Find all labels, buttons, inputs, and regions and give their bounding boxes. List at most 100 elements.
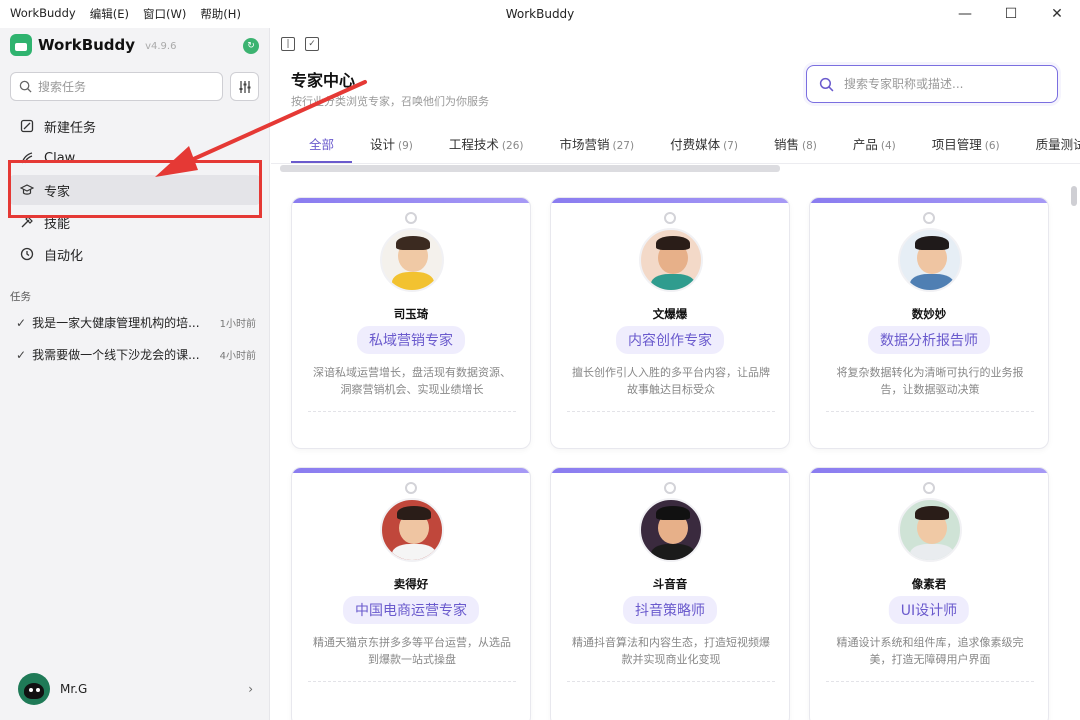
checkbox-icon[interactable]: ✓ <box>305 37 319 51</box>
expert-role-badge: 抖音策略师 <box>623 596 717 624</box>
tab-sales[interactable]: 销售 (8) <box>756 128 835 163</box>
tab-count: (6) <box>984 140 1000 152</box>
sliders-icon <box>239 80 250 93</box>
tab-project-management[interactable]: 项目管理 (6) <box>914 128 1018 163</box>
main-content: | ✓ 专家中心 按行业分类浏览专家，召唤他们为你服务 全部 设计(9) 工程技… <box>271 28 1080 720</box>
nav-label: 自动化 <box>44 248 84 264</box>
card-divider <box>308 681 516 682</box>
card-accent <box>551 198 789 203</box>
expert-name: 斗音音 <box>652 577 688 591</box>
task-time: 1小时前 <box>219 319 256 330</box>
expert-name: 像素君 <box>911 577 947 591</box>
collapse-sidebar-icon[interactable]: | <box>281 37 295 51</box>
menu-edit[interactable]: 编辑(E) <box>90 6 129 22</box>
tab-count: (9) <box>398 140 413 152</box>
claw-icon <box>20 151 34 165</box>
menu-app[interactable]: WorkBuddy <box>10 6 76 22</box>
maximize-button[interactable]: ☐ <box>988 0 1034 28</box>
card-accent <box>810 468 1048 473</box>
menu-help[interactable]: 帮助(H) <box>200 6 241 22</box>
tab-qa[interactable]: 质量测试 <box>1018 128 1080 163</box>
card-accent <box>292 468 530 473</box>
expert-search-box <box>806 65 1058 103</box>
minimize-button[interactable]: — <box>942 0 988 28</box>
expert-portrait <box>639 228 703 292</box>
sidebar: WorkBuddy v4.9.6 ↻ 新建任务 Claw 专家 技能 自动化 任… <box>0 28 270 720</box>
horizontal-scrollbar[interactable] <box>280 165 780 172</box>
tab-marketing[interactable]: 市场营销 (27) <box>541 128 652 163</box>
tab-label: 设计 <box>370 137 396 152</box>
expert-card[interactable]: 像素君 UI设计师 精通设计系统和组件库，追求像素级完美，打造无障碍用户界面 <box>809 467 1049 720</box>
tab-label: 工程技术 <box>448 137 499 152</box>
page-title: 专家中心 <box>291 71 356 90</box>
tab-count: (27) <box>612 140 635 152</box>
page-subtitle: 按行业分类浏览专家，召唤他们为你服务 <box>291 95 489 108</box>
expert-role-badge: 私域营销专家 <box>357 326 465 354</box>
expert-search-input[interactable] <box>844 77 1044 91</box>
title-bar: WorkBuddy 编辑(E) 窗口(W) 帮助(H) WorkBuddy — … <box>0 0 1080 28</box>
task-search-input[interactable] <box>38 79 208 94</box>
tab-engineering[interactable]: 工程技术 (26) <box>431 128 542 163</box>
tab-label: 付费媒体 <box>670 137 721 152</box>
nav-label: 技能 <box>44 216 71 232</box>
card-divider <box>308 411 516 412</box>
tabs-divider <box>271 163 1080 164</box>
expert-name: 数妙妙 <box>911 307 947 321</box>
graduation-cap-icon <box>20 183 34 197</box>
nav-experts[interactable]: 专家 <box>10 175 260 205</box>
expert-portrait <box>639 498 703 562</box>
tab-all[interactable]: 全部 <box>291 128 353 163</box>
tab-count: (26) <box>501 140 524 152</box>
nav-claw[interactable]: Claw <box>10 143 260 173</box>
tab-label: 质量测试 <box>1035 137 1080 152</box>
card-hook <box>405 482 417 494</box>
card-hook <box>664 212 676 224</box>
tab-design[interactable]: 设计 (9) <box>352 128 431 163</box>
tab-paid-media[interactable]: 付费媒体 (7) <box>652 128 756 163</box>
sync-icon[interactable]: ↻ <box>243 38 259 54</box>
expert-role-badge: 中国电商运营专家 <box>343 596 479 624</box>
card-hook <box>405 212 417 224</box>
nav-label: 专家 <box>44 184 71 200</box>
expert-card[interactable]: 卖得好 中国电商运营专家 精通天猫京东拼多多等平台运营，从选品到爆款一站式操盘 <box>291 467 531 720</box>
expert-card[interactable]: 斗音音 抖音策略师 精通抖音算法和内容生态，打造短视频爆款并实现商业化变现 <box>550 467 790 720</box>
expert-portrait <box>898 498 962 562</box>
check-icon: ✓ <box>16 347 27 362</box>
expert-card[interactable]: 司玉琦 私域营销专家 深谙私域运营增长，盘活现有数据资源、洞察营销机会、实现业绩… <box>291 197 531 449</box>
tasks-section-label: 任务 <box>10 291 31 303</box>
expert-name: 司玉琦 <box>393 307 429 321</box>
chevron-right-icon: › <box>248 682 253 696</box>
close-button[interactable]: ✕ <box>1034 0 1080 28</box>
workbuddy-logo-icon <box>10 34 32 56</box>
vertical-scrollbar[interactable] <box>1071 186 1077 206</box>
menu-window[interactable]: 窗口(W) <box>143 6 186 22</box>
task-time: 4小时前 <box>219 351 256 362</box>
task-item[interactable]: ✓ 我是一家大健康管理机构的培... 1小时前 <box>16 314 256 331</box>
card-accent <box>551 468 789 473</box>
expert-description: 擅长创作引人入胜的多平台内容，让品牌故事触达目标受众 <box>572 366 770 396</box>
tab-label: 市场营销 <box>559 137 610 152</box>
user-name: Mr.G <box>60 682 88 696</box>
nav-automation[interactable]: 自动化 <box>10 239 260 269</box>
user-profile[interactable]: Mr.G › <box>18 673 253 705</box>
expert-card[interactable]: 数妙妙 数据分析报告师 将复杂数据转化为清晰可执行的业务报告，让数据驱动决策 <box>809 197 1049 449</box>
expert-card[interactable]: 文爆爆 内容创作专家 擅长创作引人入胜的多平台内容，让品牌故事触达目标受众 <box>550 197 790 449</box>
tab-label: 全部 <box>309 137 335 152</box>
filter-button[interactable] <box>230 72 259 101</box>
avatar <box>18 673 50 705</box>
task-item[interactable]: ✓ 我需要做一个线下沙龙会的课... 4小时前 <box>16 346 256 363</box>
skill-icon <box>20 215 34 229</box>
clock-icon <box>20 247 34 261</box>
task-title: 我需要做一个线下沙龙会的课... <box>32 348 200 362</box>
category-tabs: 全部 设计 (9) 工程技术 (26) 市场营销 (27) 付费媒体 (7) 销售 (8)… <box>291 128 1080 163</box>
search-icon <box>19 80 32 93</box>
app-version: v4.9.6 <box>145 41 177 52</box>
expert-description: 深谙私域运营增长，盘活现有数据资源、洞察营销机会、实现业绩增长 <box>313 366 511 396</box>
nav-skills[interactable]: 技能 <box>10 207 260 237</box>
main-toolbar: | ✓ <box>281 37 319 51</box>
tab-product[interactable]: 产品 (4) <box>835 128 914 163</box>
expert-role-badge: 内容创作专家 <box>616 326 724 354</box>
nav-new-task[interactable]: 新建任务 <box>10 111 260 141</box>
new-task-icon <box>20 119 34 133</box>
card-divider <box>826 411 1034 412</box>
